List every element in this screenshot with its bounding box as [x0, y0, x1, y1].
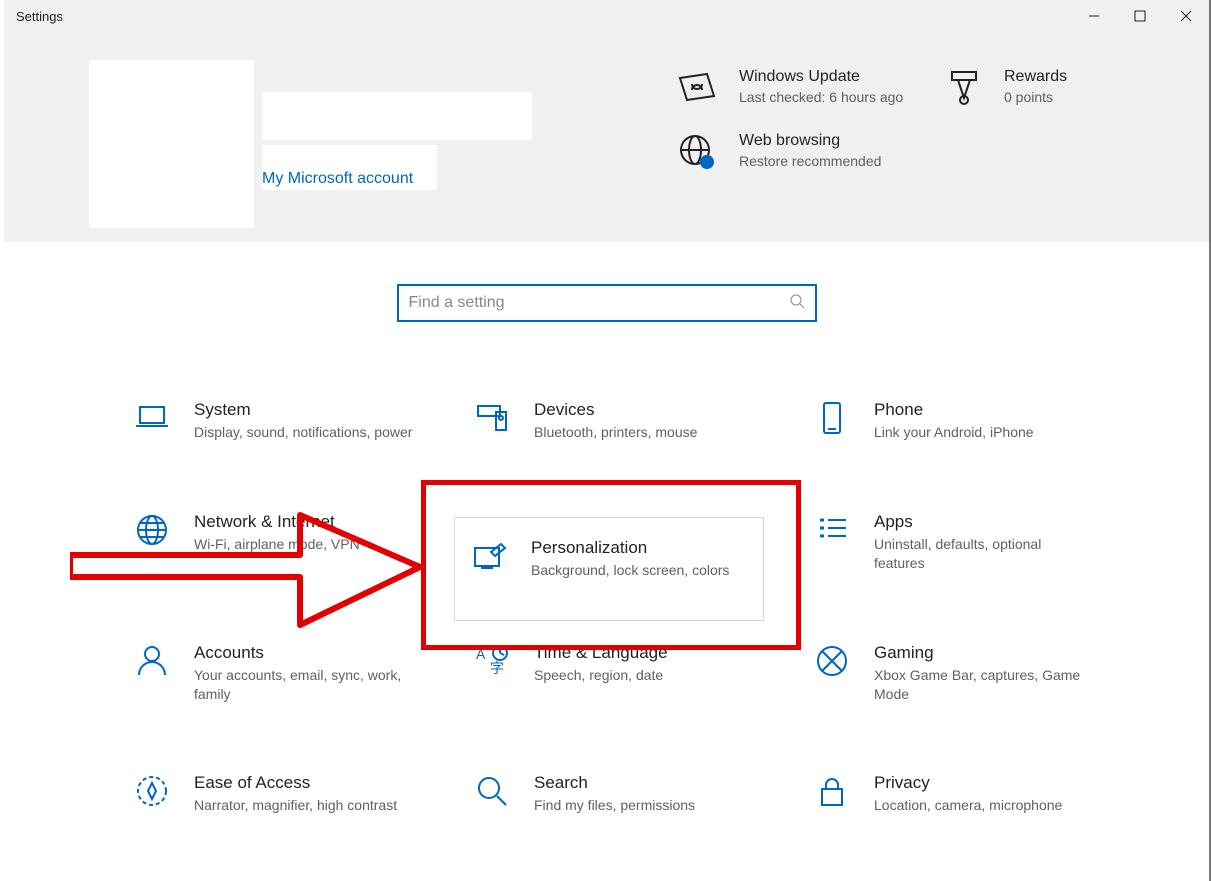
maximize-button[interactable] [1117, 0, 1163, 32]
category-sub: Your accounts, email, sync, work, family [194, 666, 414, 704]
window-title: Settings [16, 9, 63, 24]
category-title: Time & Language [534, 643, 668, 663]
svg-text:字: 字 [490, 660, 504, 676]
web-browsing-sub: Restore recommended [739, 152, 924, 170]
category-phone[interactable]: Phone Link your Android, iPhone [814, 400, 1154, 442]
category-sub: Display, sound, notifications, power [194, 423, 412, 442]
settings-window: Settings My Microsoft account Windows Up… [4, 0, 1211, 881]
lock-icon [814, 773, 874, 809]
search-box[interactable] [397, 284, 817, 322]
close-button[interactable] [1163, 0, 1209, 32]
category-time-language[interactable]: A字 Time & Language Speech, region, date [474, 643, 814, 704]
category-search[interactable]: Search Find my files, permissions [474, 773, 814, 815]
devices-icon [474, 400, 534, 436]
category-title: Search [534, 773, 695, 793]
apps-icon [814, 512, 874, 548]
minimize-button[interactable] [1071, 0, 1117, 32]
category-sub: Narrator, magnifier, high contrast [194, 796, 397, 815]
category-system[interactable]: System Display, sound, notifications, pow… [134, 400, 474, 442]
category-network[interactable]: Network & Internet Wi-Fi, airplane mode, … [134, 512, 474, 573]
search-wrap [4, 242, 1209, 322]
category-sub: Link your Android, iPhone [874, 423, 1034, 442]
rewards-sub: 0 points [1004, 88, 1164, 106]
category-title: System [194, 400, 412, 420]
laptop-icon [134, 400, 194, 436]
category-ease-of-access[interactable]: Ease of Access Narrator, magnifier, high … [134, 773, 474, 815]
category-devices[interactable]: Devices Bluetooth, printers, mouse [474, 400, 814, 442]
phone-icon [814, 400, 874, 436]
category-sub: Background, lock screen, colors [531, 561, 729, 580]
category-sub: Wi-Fi, airplane mode, VPN [194, 535, 360, 554]
category-personalization[interactable]: Personalization Background, lock screen, … [454, 517, 764, 621]
category-title: Apps [874, 512, 1094, 532]
personalization-icon [471, 538, 531, 574]
window-buttons [1071, 0, 1209, 32]
category-title: Devices [534, 400, 697, 420]
category-sub: Find my files, permissions [534, 796, 695, 815]
windows-update-title: Windows Update [739, 68, 924, 86]
category-sub: Speech, region, date [534, 666, 668, 685]
web-browsing-icon [654, 132, 739, 172]
search-input[interactable] [409, 294, 789, 312]
rewards-title: Rewards [1004, 68, 1164, 86]
category-sub: Xbox Game Bar, captures, Game Mode [874, 666, 1094, 704]
titlebar: Settings [4, 0, 1209, 32]
account-name-redacted [262, 92, 532, 140]
category-sub: Uninstall, defaults, optional features [874, 535, 1094, 573]
category-title: Network & Internet [194, 512, 360, 532]
web-browsing-status[interactable]: Web browsing Restore recommended [739, 132, 924, 172]
category-title: Gaming [874, 643, 1094, 663]
category-title: Ease of Access [194, 773, 397, 793]
microsoft-account-link[interactable]: My Microsoft account [262, 170, 413, 188]
category-gaming[interactable]: Gaming Xbox Game Bar, captures, Game Mode [814, 643, 1154, 704]
web-browsing-title: Web browsing [739, 132, 924, 150]
xbox-icon [814, 643, 874, 679]
category-privacy[interactable]: Privacy Location, camera, microphone [814, 773, 1154, 815]
category-sub: Bluetooth, printers, mouse [534, 423, 697, 442]
windows-update-status[interactable]: Windows Update Last checked: 6 hours ago [739, 68, 924, 108]
globe-icon [134, 512, 194, 548]
category-apps[interactable]: Apps Uninstall, defaults, optional featur… [814, 512, 1154, 573]
windows-update-icon [654, 68, 739, 108]
avatar [89, 60, 254, 228]
person-icon [134, 643, 194, 679]
status-grid: Windows Update Last checked: 6 hours ago… [654, 68, 1164, 172]
ease-icon [134, 773, 194, 809]
category-sub: Location, camera, microphone [874, 796, 1062, 815]
category-accounts[interactable]: Accounts Your accounts, email, sync, work… [134, 643, 474, 704]
account-band: My Microsoft account Windows Update Last… [4, 32, 1209, 242]
category-title: Personalization [531, 538, 729, 558]
rewards-status[interactable]: Rewards 0 points [1004, 68, 1164, 108]
time-lang-icon: A字 [474, 643, 534, 679]
search-icon [789, 293, 805, 314]
category-title: Accounts [194, 643, 414, 663]
category-title: Phone [874, 400, 1034, 420]
search-cat-icon [474, 773, 534, 809]
svg-text:A: A [476, 646, 486, 662]
category-title: Privacy [874, 773, 1062, 793]
windows-update-sub: Last checked: 6 hours ago [739, 88, 924, 106]
rewards-icon [924, 68, 1004, 108]
